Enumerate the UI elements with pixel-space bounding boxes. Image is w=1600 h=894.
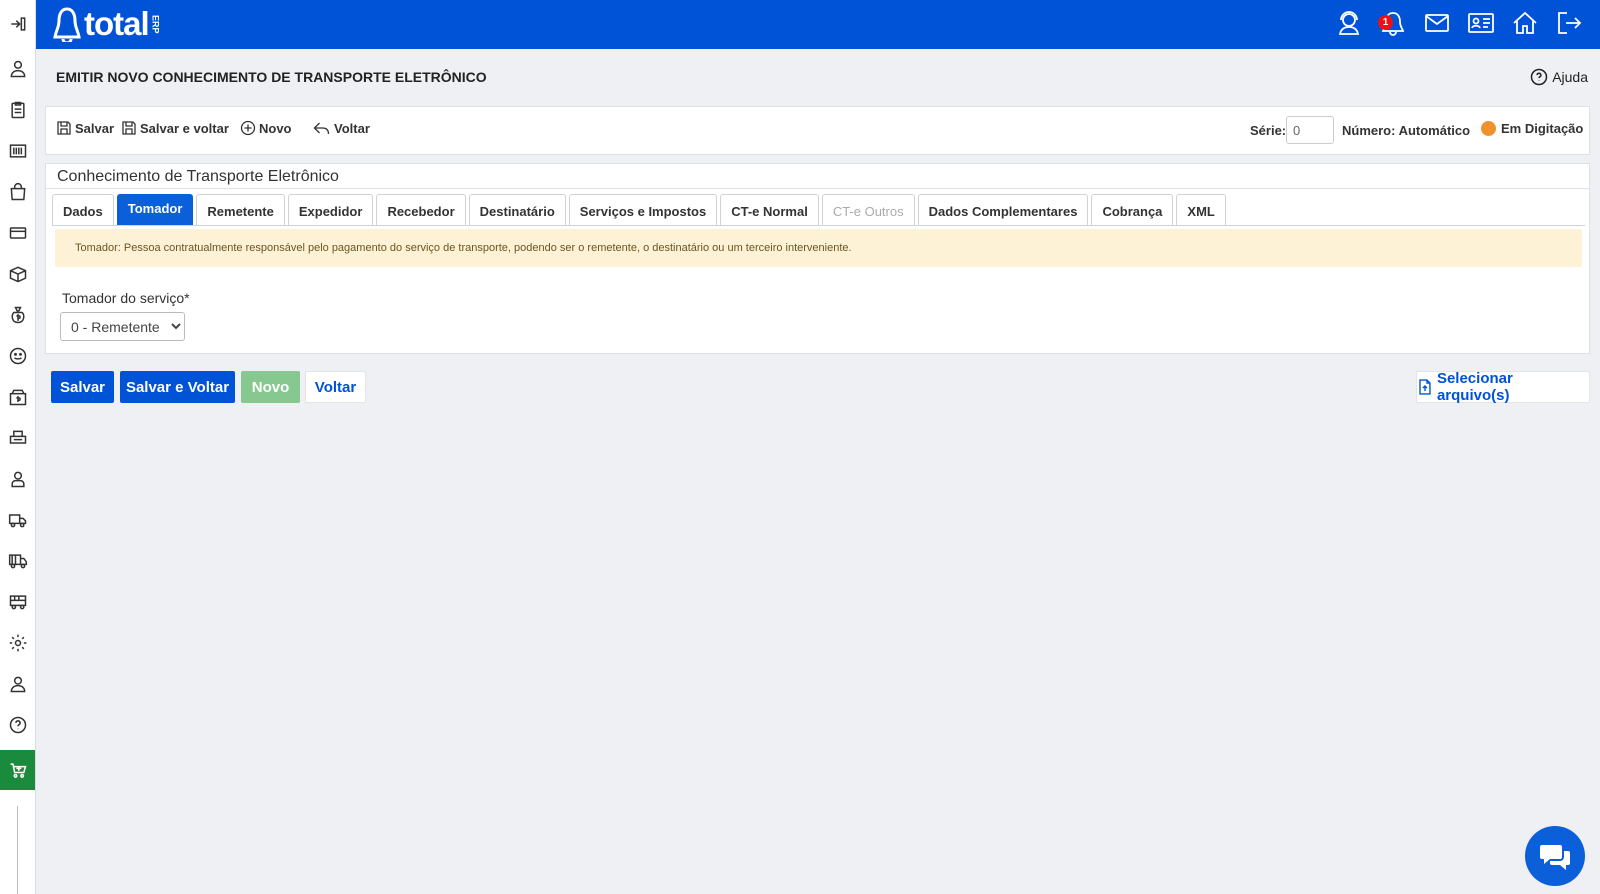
money-bag-icon[interactable] xyxy=(0,295,35,335)
tab-tomador[interactable]: Tomador xyxy=(116,194,194,225)
tomador-label: Tomador do serviço* xyxy=(62,290,190,306)
shopping-bag-icon[interactable] xyxy=(0,172,35,212)
save-icon xyxy=(122,121,136,135)
top-icons: 1 xyxy=(1334,8,1584,38)
card-title: Conhecimento de Transporte Eletrônico xyxy=(57,168,339,185)
barcode-icon[interactable] xyxy=(0,131,35,171)
status-dot xyxy=(1481,121,1496,136)
logo-text: total xyxy=(84,5,150,42)
file-upload-icon xyxy=(1419,379,1431,395)
help-label: Ajuda xyxy=(1552,69,1588,85)
help-link[interactable]: Ajuda xyxy=(1530,68,1588,86)
bus-icon[interactable] xyxy=(0,582,35,622)
serie-label: Série: xyxy=(1250,123,1287,138)
toolbar-new-button[interactable]: Novo xyxy=(240,120,292,136)
clipboard-icon[interactable] xyxy=(0,90,35,130)
id-card-icon[interactable] xyxy=(1466,8,1496,38)
truck-icon[interactable] xyxy=(0,541,35,581)
tab-remetente[interactable]: Remetente xyxy=(196,194,285,225)
tab-bar: Dados Tomador Remetente Expedidor Recebe… xyxy=(52,194,1229,225)
mail-icon[interactable] xyxy=(1422,8,1452,38)
tomador-select[interactable]: 0 - Remetente xyxy=(60,312,185,341)
tab-servicos-impostos[interactable]: Serviços e Impostos xyxy=(568,194,718,225)
box-icon[interactable] xyxy=(0,254,35,294)
tab-recebedor[interactable]: Recebedor xyxy=(376,194,466,225)
home-icon[interactable] xyxy=(1510,8,1540,38)
save-back-button[interactable]: Salvar e Voltar xyxy=(120,371,235,403)
select-files-label: Selecionar arquivo(s) xyxy=(1436,370,1513,404)
person-icon[interactable] xyxy=(0,459,35,499)
question-icon xyxy=(1530,68,1548,86)
user-icon[interactable] xyxy=(0,664,35,704)
save-button[interactable]: Salvar xyxy=(51,371,114,403)
printer-icon[interactable] xyxy=(0,418,35,458)
select-files-button[interactable]: Selecionar arquivo(s) xyxy=(1416,370,1590,404)
save-icon xyxy=(57,121,71,135)
toolbar-save-button[interactable]: Salvar xyxy=(56,120,114,136)
tab-cte-normal[interactable]: CT-e Normal xyxy=(720,194,819,225)
logo-bell-icon xyxy=(53,7,81,42)
notifications-icon[interactable]: 1 xyxy=(1378,8,1408,38)
reply-icon xyxy=(313,122,330,135)
chat-icon xyxy=(1540,845,1570,870)
cte-card: Conhecimento de Transporte Eletrônico Da… xyxy=(45,163,1590,354)
pin-icon[interactable] xyxy=(0,4,35,44)
sidebar-divider xyxy=(17,806,18,894)
tab-dados-complementares[interactable]: Dados Complementares xyxy=(917,194,1089,225)
toolbar-save-back-button[interactable]: Salvar e voltar xyxy=(121,120,229,136)
tab-destinatario[interactable]: Destinatário xyxy=(468,194,566,225)
top-bar: total ERP 1 xyxy=(36,0,1600,49)
info-alert: Tomador: Pessoa contratualmente responsá… xyxy=(55,229,1582,267)
status-label: Em Digitação xyxy=(1501,121,1584,136)
toolbar-back-button[interactable]: Voltar xyxy=(312,120,370,136)
status-indicator: Em Digitação xyxy=(1481,121,1583,136)
new-button[interactable]: Novo xyxy=(241,371,300,403)
tabs-baseline xyxy=(52,225,1585,226)
cash-box-icon[interactable] xyxy=(0,377,35,417)
tab-cobranca[interactable]: Cobrança xyxy=(1091,194,1174,225)
toolbar-save-label: Salvar xyxy=(75,120,115,136)
cart-icon[interactable] xyxy=(0,750,35,790)
toolbar-save-back-label: Salvar e voltar xyxy=(140,120,229,136)
notification-badge: 1 xyxy=(1378,15,1393,30)
tab-expedidor[interactable]: Expedidor xyxy=(287,194,374,225)
credit-card-icon[interactable] xyxy=(0,213,35,253)
gear-icon[interactable] xyxy=(0,623,35,663)
help-icon[interactable] xyxy=(0,705,35,745)
chat-button[interactable] xyxy=(1525,826,1585,886)
sidebar xyxy=(0,0,36,894)
back-button[interactable]: Voltar xyxy=(305,371,366,403)
plus-circle-icon xyxy=(240,120,256,136)
tab-dados[interactable]: Dados xyxy=(52,194,114,225)
page-title: EMITIR NOVO CONHECIMENTO DE TRANSPORTE E… xyxy=(56,69,487,85)
users-icon[interactable] xyxy=(0,49,35,89)
logout-icon[interactable] xyxy=(1554,8,1584,38)
tab-xml[interactable]: XML xyxy=(1176,194,1226,225)
logo[interactable]: total ERP xyxy=(52,5,161,42)
tab-cte-outros: CT-e Outros xyxy=(821,194,915,225)
smile-icon[interactable] xyxy=(0,336,35,376)
toolbar-new-label: Novo xyxy=(259,120,292,136)
delivery-truck-icon[interactable] xyxy=(0,500,35,540)
toolbar: Salvar Salvar e voltar Novo Voltar Série… xyxy=(45,106,1590,155)
toolbar-back-label: Voltar xyxy=(334,120,370,136)
numero-label: Número: Automático xyxy=(1342,123,1471,138)
logo-suffix: ERP xyxy=(150,14,161,34)
card-divider xyxy=(46,188,1589,189)
serie-input[interactable] xyxy=(1286,116,1334,144)
support-icon[interactable] xyxy=(1334,8,1364,38)
